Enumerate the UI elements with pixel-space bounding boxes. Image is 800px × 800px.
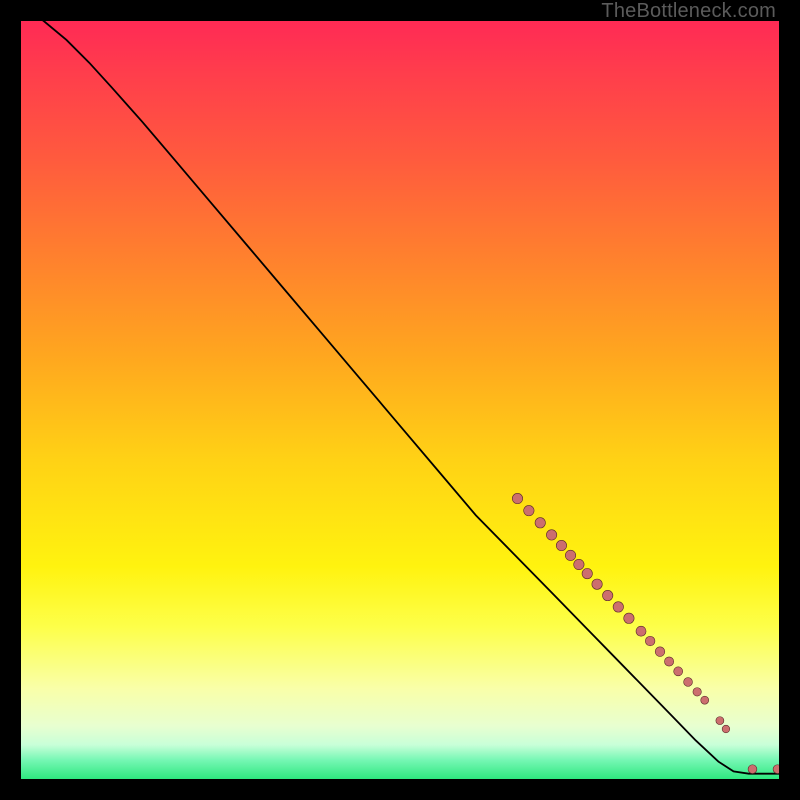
chart-marker (773, 765, 779, 774)
chart-marker (684, 678, 693, 687)
chart-marker (645, 636, 655, 646)
chart-frame (21, 21, 779, 779)
chart-marker (592, 579, 602, 589)
chart-marker (655, 647, 665, 657)
chart-marker (636, 626, 646, 636)
chart-marker (556, 540, 566, 550)
chart-marker (565, 550, 575, 560)
chart-canvas (21, 21, 779, 779)
chart-marker (535, 518, 545, 528)
chart-marker (574, 559, 584, 569)
chart-marker (524, 505, 534, 515)
chart-marker (674, 667, 683, 676)
chart-marker (716, 717, 724, 725)
chart-marker (602, 590, 612, 600)
chart-markers (512, 493, 779, 773)
chart-marker (701, 696, 709, 704)
chart-marker (546, 530, 556, 540)
chart-marker (664, 657, 673, 666)
chart-marker (693, 688, 701, 696)
chart-marker (613, 602, 623, 612)
chart-marker (512, 493, 522, 503)
chart-marker (748, 765, 757, 774)
chart-marker (582, 568, 592, 578)
attribution-text: TheBottleneck.com (601, 0, 776, 23)
chart-marker (722, 725, 730, 733)
chart-marker (624, 613, 634, 623)
